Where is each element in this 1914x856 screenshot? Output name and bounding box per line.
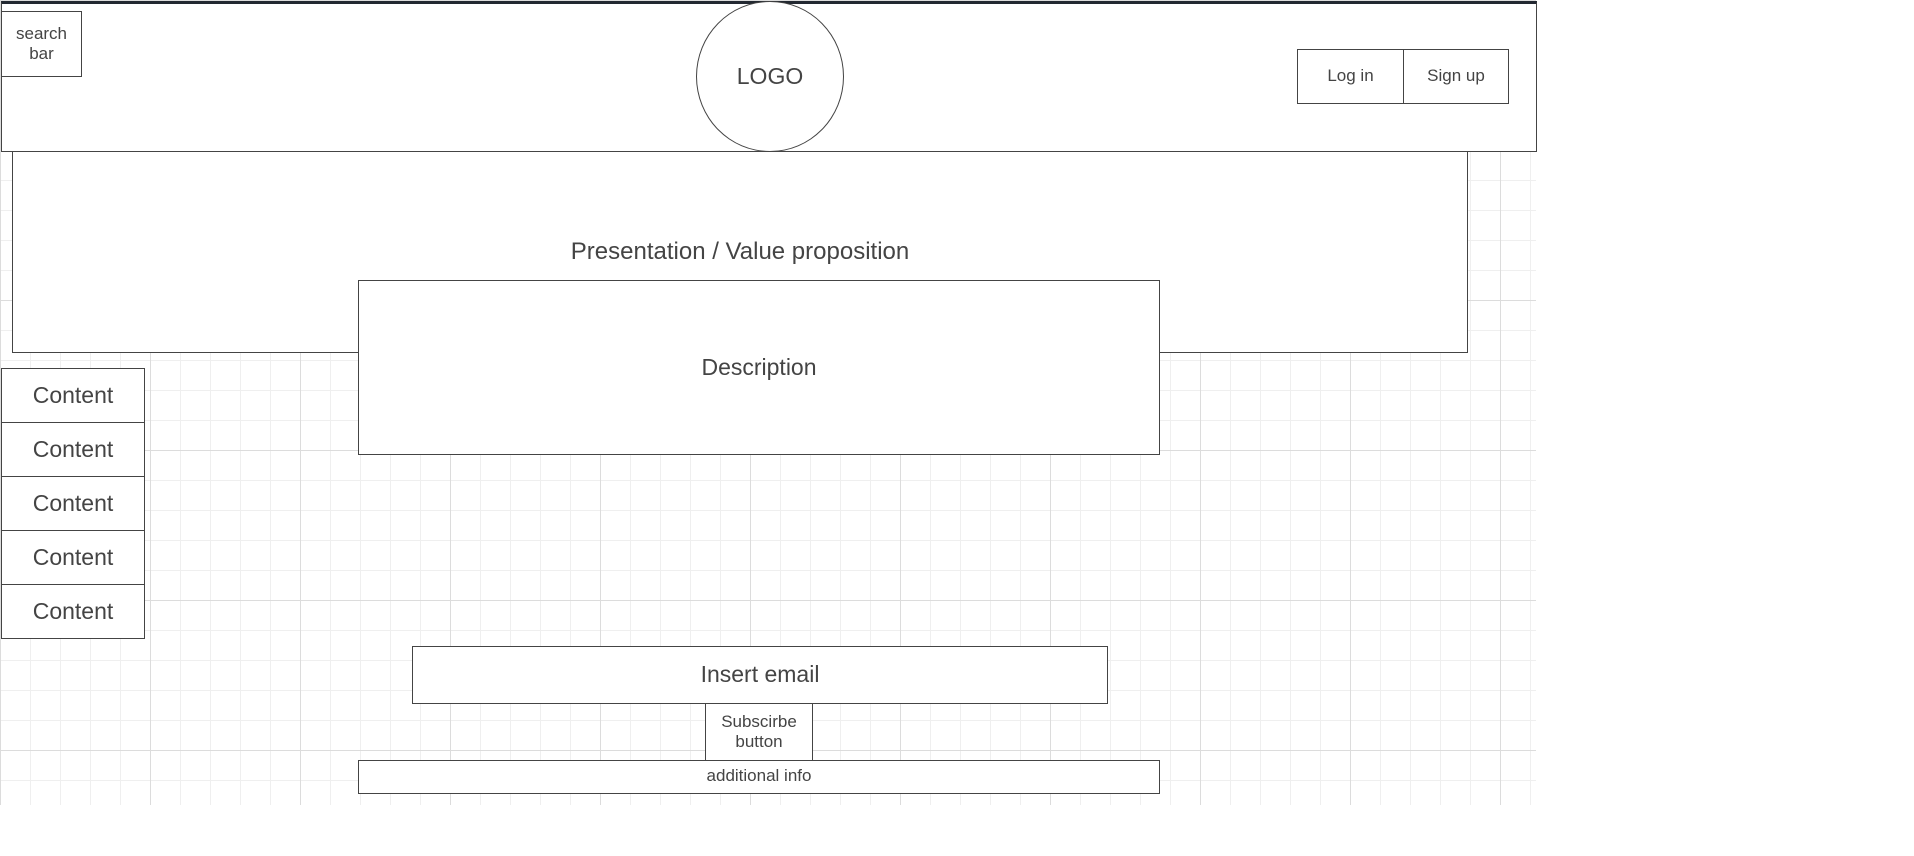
- sidebar-item-label: Content: [32, 489, 114, 516]
- signup-button[interactable]: Sign up: [1403, 49, 1509, 104]
- logo[interactable]: LOGO: [696, 1, 844, 152]
- sidebar-item-label: Content: [32, 381, 114, 408]
- email-field[interactable]: Insert email: [412, 646, 1108, 704]
- value-proposition-title: Presentation / Value proposition: [570, 238, 910, 265]
- sidebar-item-content-1[interactable]: Content: [1, 368, 145, 423]
- additional-info-label: additional info: [706, 766, 812, 785]
- sidebar-item-content-4[interactable]: Content: [1, 530, 145, 585]
- email-field-label: Insert email: [700, 661, 820, 688]
- sidebar-item-content-3[interactable]: Content: [1, 476, 145, 531]
- signup-button-label: Sign up: [1427, 66, 1485, 86]
- sidebar-item-label: Content: [32, 435, 114, 462]
- sidebar-item-label: Content: [32, 597, 114, 624]
- subscribe-button-label: Subscirbe button: [721, 711, 797, 751]
- description-box: Description: [358, 280, 1160, 455]
- login-button-label: Log in: [1327, 66, 1374, 86]
- login-button[interactable]: Log in: [1297, 49, 1404, 104]
- description-label: Description: [701, 353, 817, 380]
- search-bar-label: search bar: [15, 23, 68, 63]
- sidebar-item-label: Content: [32, 543, 114, 570]
- subscribe-button[interactable]: Subscirbe button: [705, 703, 813, 761]
- additional-info: additional info: [358, 760, 1160, 794]
- sidebar-item-content-2[interactable]: Content: [1, 422, 145, 477]
- search-bar[interactable]: search bar: [1, 11, 82, 77]
- logo-label: LOGO: [736, 62, 804, 89]
- sidebar-item-content-5[interactable]: Content: [1, 584, 145, 639]
